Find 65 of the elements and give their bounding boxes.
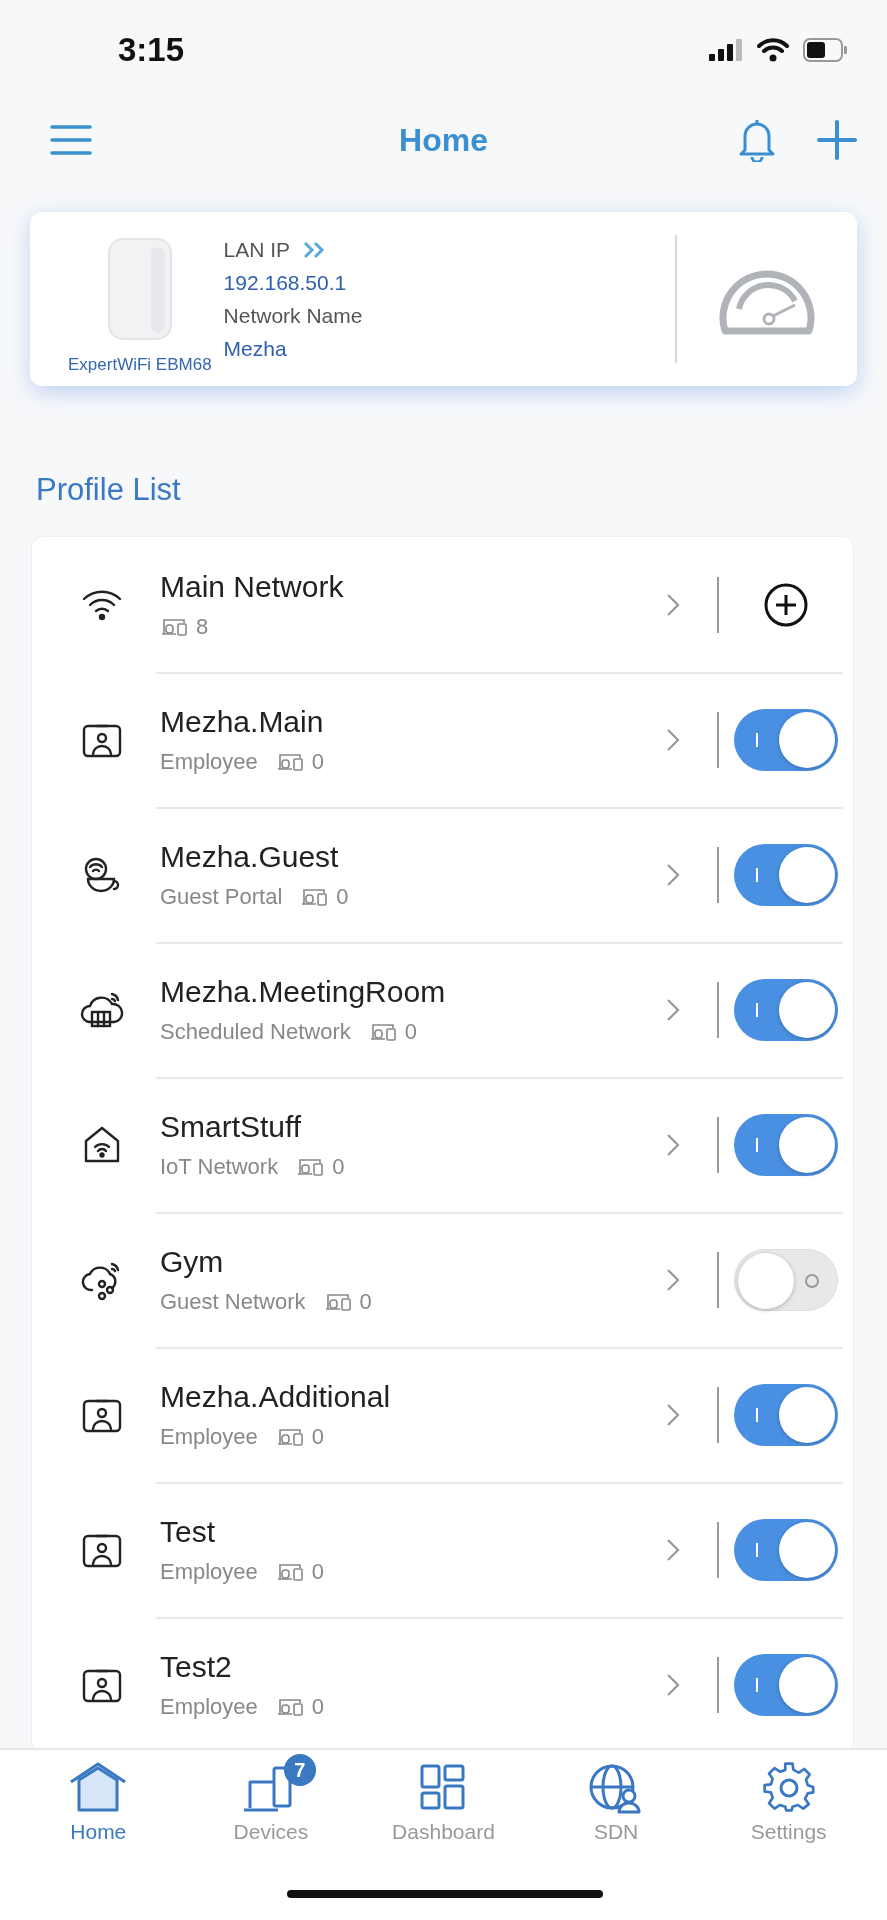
add-circle-button[interactable] [763,581,809,628]
devices-icon [368,1021,399,1042]
profile-name: Mezha.Additional [160,1379,392,1414]
profile-type: Employee [160,1558,258,1585]
menu-button[interactable] [50,124,92,156]
profile-type: IoT Network [160,1153,279,1180]
notification-badge: 7 [283,1754,316,1786]
router-model: ExpertWiFi EBM68 [68,355,212,375]
chevron-right-icon[interactable] [665,1266,681,1293]
profile-name: Test2 [160,1649,233,1684]
devices-icon [323,1291,354,1312]
battery-icon [803,38,847,62]
profile-name: Test [160,1514,217,1549]
device-count: 0 [336,883,349,910]
lan-ip-label: LAN IP [223,237,291,262]
page-title: Home [399,121,488,159]
profile-type: Employee [160,748,258,775]
section-title: Profile List [36,472,182,508]
device-count: 0 [311,1558,325,1585]
device-count: 0 [311,1423,325,1450]
tab-dashboard[interactable]: Dashboard [368,1754,519,1844]
chevron-right-icon[interactable] [665,1536,681,1563]
devices-icon [275,1426,306,1447]
profile-type: Scheduled Network [160,1018,351,1045]
tab-sdn[interactable]: SDN [541,1754,692,1844]
device-count: 0 [404,1018,418,1045]
profile-type: Employee [160,1693,258,1720]
devices-icon [160,616,190,637]
profile-type: Guest Network [160,1288,306,1315]
add-button[interactable] [817,120,857,160]
network-name-label: Network Name [223,303,364,328]
tab-home[interactable]: Home [23,1754,174,1844]
profile-name: Gym [160,1244,225,1279]
profile-name: Mezha.MeetingRoom [160,974,447,1009]
device-count: 0 [311,748,325,775]
notification-bell-button[interactable] [737,118,777,162]
status-time: 3:15 [118,31,185,69]
network-name-value: Mezha [223,336,288,361]
profile-name: SmartStuff [160,1109,303,1144]
profile-name: Main Network [160,569,345,604]
devices-icon [275,1696,306,1717]
profile-type: Employee [160,1423,258,1450]
devices-icon [275,751,306,772]
chevron-right-icon[interactable] [665,1671,681,1698]
signal-icon [709,39,743,61]
device-count: 0 [359,1288,372,1315]
lan-ip-value: 192.168.50.1 [223,270,348,295]
device-count: 0 [332,1153,345,1180]
profile-name: Mezha.Guest [160,839,340,874]
router-device-icon [106,237,173,341]
router-card[interactable]: ExpertWiFi EBM68 LAN IP 192.168.50.1 Network Name Mezha [30,212,857,386]
profile-name: Mezha.Main [160,704,325,739]
device-count: 0 [311,1693,325,1720]
chevron-right-icon[interactable] [665,726,681,753]
tab-devices[interactable]: 7 Devices [195,1754,346,1844]
chevron-right-icon[interactable] [665,861,681,888]
wifi-icon [757,38,789,62]
device-count: 8 [196,613,209,640]
chevron-right-icon[interactable] [665,996,681,1023]
profile-type: Guest Portal [160,883,283,910]
devices-icon [275,1561,306,1582]
tab-settings[interactable]: Settings [713,1754,864,1844]
chevron-right-icon[interactable] [665,591,681,618]
chevron-right-icon[interactable] [665,1131,681,1158]
chevron-right-icon[interactable] [665,1401,681,1428]
